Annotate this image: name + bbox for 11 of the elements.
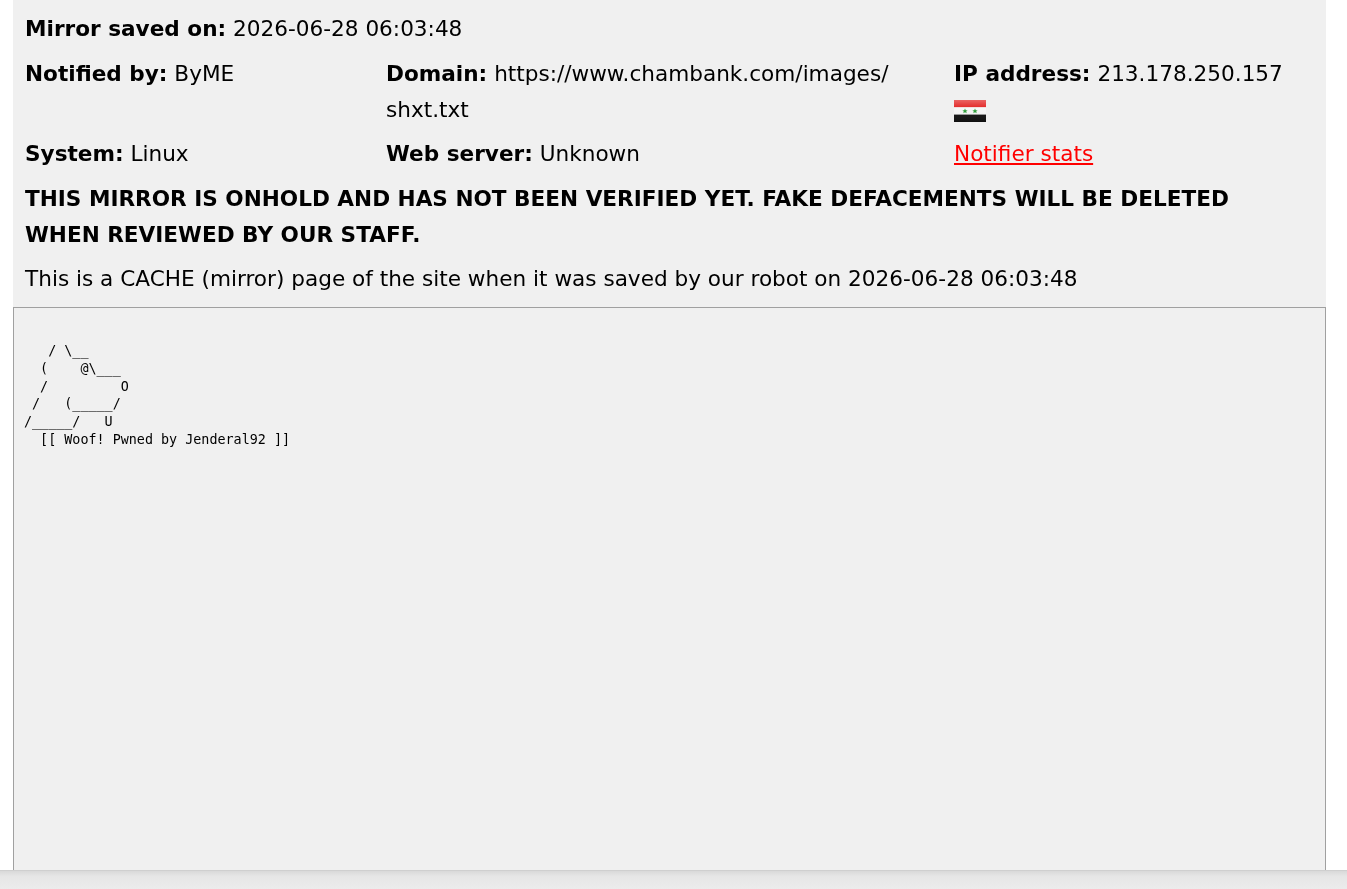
notifier-stats-link[interactable]: Notifier stats — [954, 141, 1094, 166]
info-field: Notified by: ByME — [25, 55, 386, 92]
horizontal-scrollbar[interactable] — [0, 870, 1347, 889]
warning-notice: THIS MIRROR IS ONHOLD AND HAS NOT BEEN VERIFIED YET. FAKE DEFACEMENTS WILL BE DELETED WHEN REVIEWED BY OUR STAFF. — [25, 184, 1230, 249]
info-field: Web server: Unknown — [386, 136, 954, 172]
info-field: Domain: https://www.chambank.com/images/shxt.txt — [386, 55, 954, 128]
saved-date-field: Mirror saved on: 2026-06-28 06:03:48 — [25, 11, 1326, 47]
info-field: IP address: 213.178.250.157 — [954, 55, 1326, 92]
info-field: System: Linux — [25, 136, 386, 172]
cache-note: This is a CACHE (mirror) page of the site when it was saved by our robot on 2026-06-28 06:03:48 — [25, 265, 1079, 293]
ascii-art-text: / \__ ( @\___ / O / (_____/ /_____/ U [[ Woof! Pwned by Jenderal92 ]] — [24, 342, 291, 449]
